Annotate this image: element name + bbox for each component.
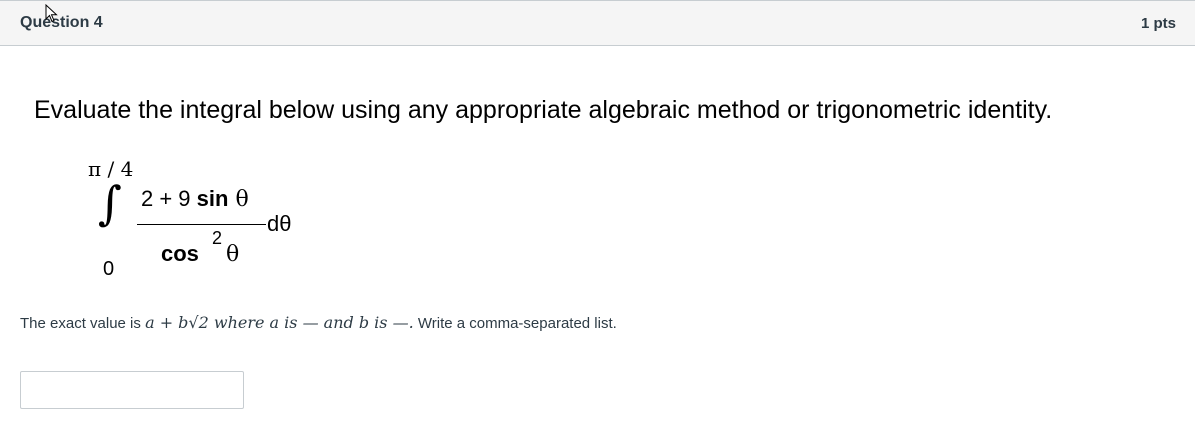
- fraction-bar: [137, 224, 266, 225]
- denominator-variable: θ: [226, 242, 240, 267]
- numerator-function: sin: [196, 186, 229, 211]
- integral-sign: ∫: [98, 176, 122, 230]
- denominator-function: cos: [161, 241, 199, 266]
- question-points: 1 pts: [1140, 15, 1176, 32]
- numerator-prefix: 2 + 9: [141, 186, 197, 211]
- integral-lower-limit: 0: [103, 258, 115, 280]
- integrand-numerator: 2 + 9 sin θ: [141, 186, 249, 212]
- answer-tail-text: Write a comma-separated list.: [413, 315, 617, 332]
- answer-instructions: The exact value is a + b√2 where a is — …: [20, 313, 617, 332]
- differential: dθ: [267, 211, 292, 236]
- answer-input[interactable]: [20, 371, 244, 409]
- numerator-variable: θ: [228, 187, 249, 212]
- integral-expression: π / 4 ∫ 2 + 9 sin θ dθ cos 2 θ 0: [0, 0, 400, 300]
- answer-math-expression: a + b√2 where a is — and b is —.: [145, 313, 414, 332]
- denominator-exponent: 2: [212, 228, 223, 248]
- answer-lead-text: The exact value is: [20, 315, 146, 332]
